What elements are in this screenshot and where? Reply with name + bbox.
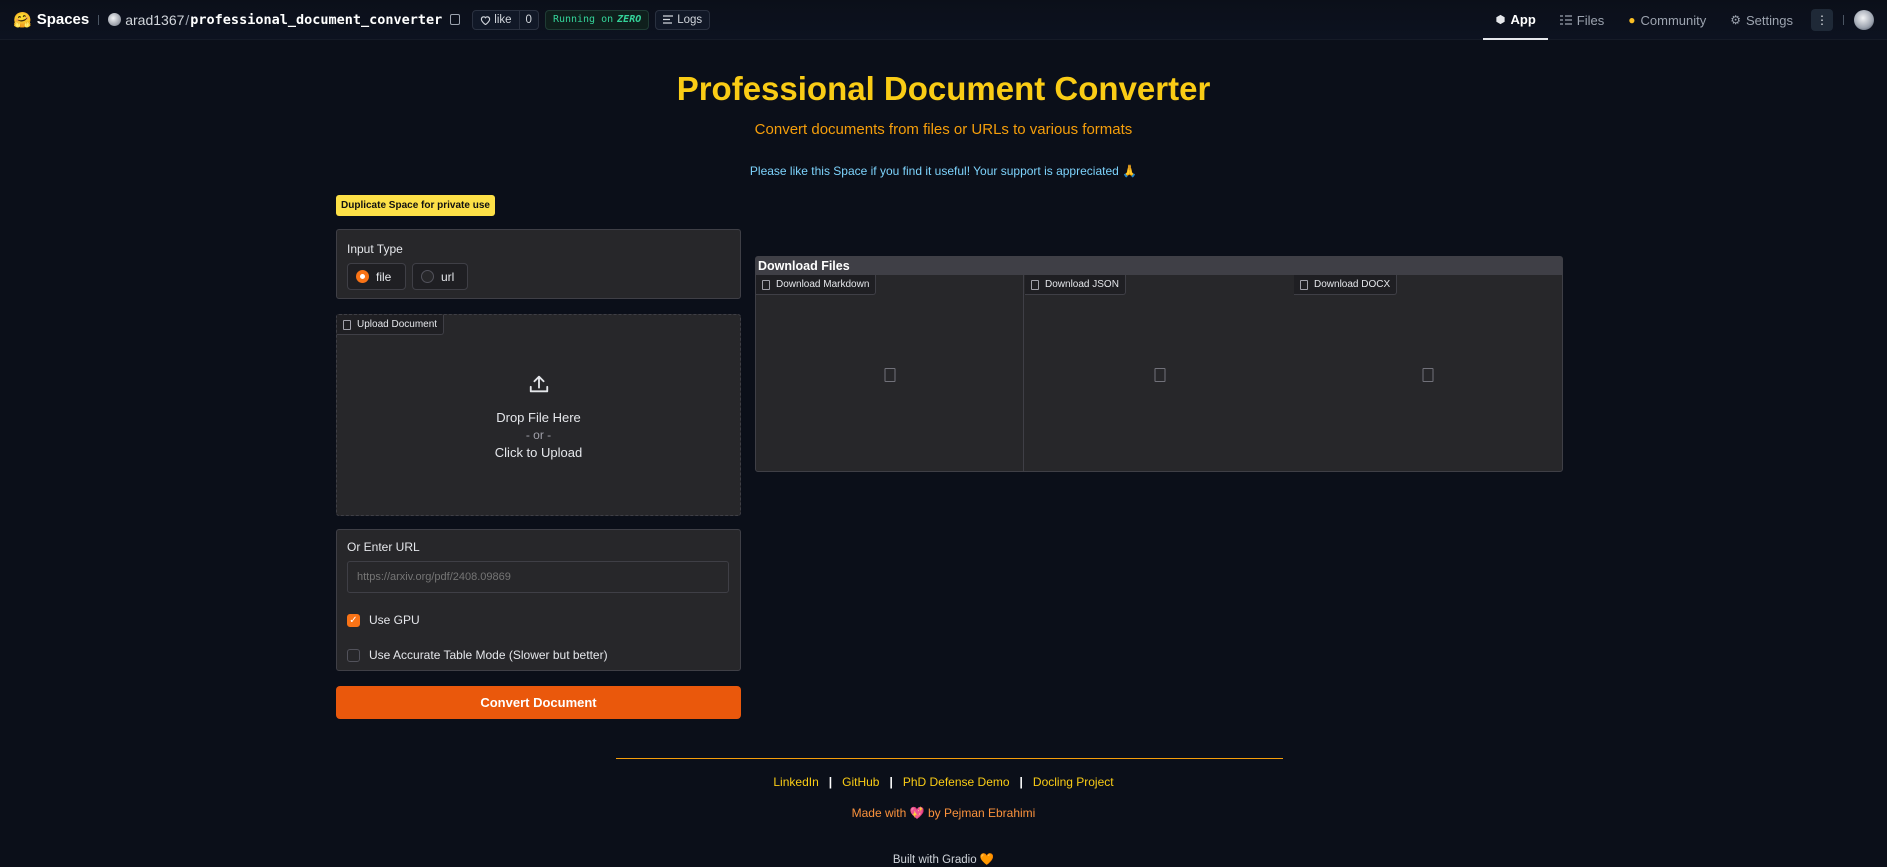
use-gpu-checkbox-row[interactable]: ✓ Use GPU	[347, 613, 420, 627]
divider	[98, 14, 100, 25]
cube-icon	[1495, 14, 1505, 24]
more-options-button[interactable]: ⋮	[1811, 9, 1833, 31]
empty-file-icon	[884, 368, 895, 382]
linkedin-link[interactable]: LinkedIn	[763, 775, 828, 789]
copy-icon[interactable]	[450, 14, 461, 25]
docling-project-link[interactable]: Docling Project	[1023, 775, 1124, 789]
file-icon	[762, 279, 770, 290]
empty-file-icon	[1422, 368, 1434, 382]
convert-document-button[interactable]: Convert Document	[336, 686, 741, 719]
github-link[interactable]: GitHub	[832, 775, 889, 789]
logs-button[interactable]: Logs	[655, 9, 711, 30]
logs-icon	[663, 15, 674, 24]
download-markdown-slot[interactable]: Download Markdown	[756, 275, 1024, 471]
like-button[interactable]: like 0	[472, 9, 539, 30]
file-upload-dropzone[interactable]: Upload Document Drop File Here - or - Cl…	[336, 314, 741, 516]
space-nav: App Files ● Community ⚙ Settings ⋮	[1482, 0, 1887, 40]
heart-icon	[481, 15, 491, 25]
radio-url-label: url	[441, 269, 455, 284]
tab-settings-label: Settings	[1746, 12, 1793, 28]
download-json-tag: Download JSON	[1025, 275, 1126, 295]
running-prefix: Running on	[552, 14, 614, 25]
spaces-brand[interactable]: 🤗 Spaces	[13, 11, 89, 29]
file-icon	[343, 319, 351, 330]
file-icon	[1300, 279, 1308, 290]
upload-tag-label: Upload Document	[357, 319, 438, 330]
input-type-label: Input Type	[347, 242, 403, 256]
download-docx-label: Download DOCX	[1314, 279, 1391, 290]
duplicate-space-badge[interactable]: Duplicate Space for private use	[336, 195, 495, 216]
page-title: Professional Document Converter	[676, 70, 1211, 107]
tab-app-label: App	[1510, 11, 1536, 27]
upload-document-tag: Upload Document	[337, 315, 445, 335]
accurate-table-checkbox[interactable]	[347, 648, 360, 662]
radio-dot	[421, 270, 434, 283]
owner-link[interactable]: arad1367	[125, 12, 184, 28]
click-to-upload-text: Click to Upload	[494, 445, 583, 460]
tab-community-label: Community	[1640, 12, 1707, 28]
phd-defense-demo-link[interactable]: PhD Defense Demo	[893, 775, 1020, 789]
url-label: Or Enter URL	[347, 540, 420, 554]
top-bar: 🤗 Spaces arad1367 / professional_documen…	[0, 0, 1887, 40]
running-status-badge[interactable]: Running on ZERO	[544, 9, 650, 30]
made-prefix: Made with	[851, 806, 907, 820]
download-json-slot[interactable]: Download JSON	[1025, 275, 1294, 471]
community-icon: ●	[1628, 13, 1636, 27]
running-hardware: ZERO	[617, 14, 642, 25]
tab-app[interactable]: App	[1482, 0, 1548, 40]
radio-url[interactable]: url	[412, 263, 468, 290]
radio-dot-selected	[356, 270, 369, 283]
url-options-panel: Or Enter URL ✓ Use GPU Use Accurate Tabl…	[336, 529, 741, 671]
download-files-panel: Download Files Download Markdown Downloa…	[755, 256, 1563, 472]
download-markdown-tag: Download Markdown	[756, 275, 877, 295]
download-json-label: Download JSON	[1045, 279, 1119, 290]
upload-prompt: Drop File Here - or - Click to Upload	[337, 373, 740, 460]
built-with-gradio[interactable]: Built with Gradio 🧡	[0, 852, 1887, 866]
tab-files[interactable]: Files	[1548, 0, 1616, 40]
radio-file[interactable]: file	[347, 263, 406, 290]
download-docx-tag: Download DOCX	[1294, 275, 1398, 295]
gear-icon: ⚙	[1730, 13, 1742, 27]
owner-avatar	[108, 13, 122, 26]
use-gpu-label: Use GPU	[369, 613, 420, 627]
tab-community[interactable]: ● Community	[1616, 0, 1718, 40]
made-author[interactable]: by Pejman Ebrahimi	[928, 806, 1035, 820]
page-subtitle: Convert documents from files or URLs to …	[754, 121, 1133, 138]
download-files-header: Download Files	[756, 257, 1562, 275]
empty-file-icon	[1154, 368, 1165, 382]
drop-file-text: Drop File Here	[496, 410, 581, 425]
url-input[interactable]	[347, 561, 729, 593]
repo-link[interactable]: professional_document_converter	[190, 12, 442, 28]
tab-settings[interactable]: ⚙ Settings	[1718, 0, 1805, 40]
accurate-table-checkbox-row[interactable]: Use Accurate Table Mode (Slower but bett…	[347, 648, 608, 662]
files-icon	[1559, 15, 1572, 25]
space-path: arad1367 / professional_document_convert…	[108, 11, 461, 28]
like-label: like	[494, 13, 512, 26]
footer-divider	[616, 758, 1283, 759]
divider	[1843, 15, 1844, 25]
upload-icon	[529, 375, 548, 393]
made-with-credit: Made with 💖 by Pejman Ebrahimi	[0, 806, 1887, 820]
accurate-table-label: Use Accurate Table Mode (Slower but bett…	[369, 648, 608, 662]
download-markdown-label: Download Markdown	[776, 279, 870, 290]
tab-files-label: Files	[1576, 12, 1605, 28]
like-count: 0	[518, 10, 538, 29]
use-gpu-checkbox[interactable]: ✓	[347, 613, 360, 627]
input-type-panel: Input Type file url	[336, 229, 741, 299]
brand-name: Spaces	[36, 11, 90, 28]
user-avatar[interactable]	[1854, 10, 1874, 30]
support-message: Please like this Space if you find it us…	[749, 164, 1138, 178]
logs-label: Logs	[677, 13, 703, 26]
path-slash: /	[185, 11, 190, 28]
heart-icon: 💖	[909, 806, 925, 820]
or-text: - or -	[525, 428, 552, 442]
hugging-face-logo-icon: 🤗	[13, 11, 32, 29]
file-icon	[1031, 279, 1039, 290]
footer-links: LinkedIn | GitHub | PhD Defense Demo | Docling…	[0, 775, 1887, 789]
radio-file-label: file	[376, 269, 392, 284]
download-docx-slot[interactable]: Download DOCX	[1294, 275, 1562, 471]
